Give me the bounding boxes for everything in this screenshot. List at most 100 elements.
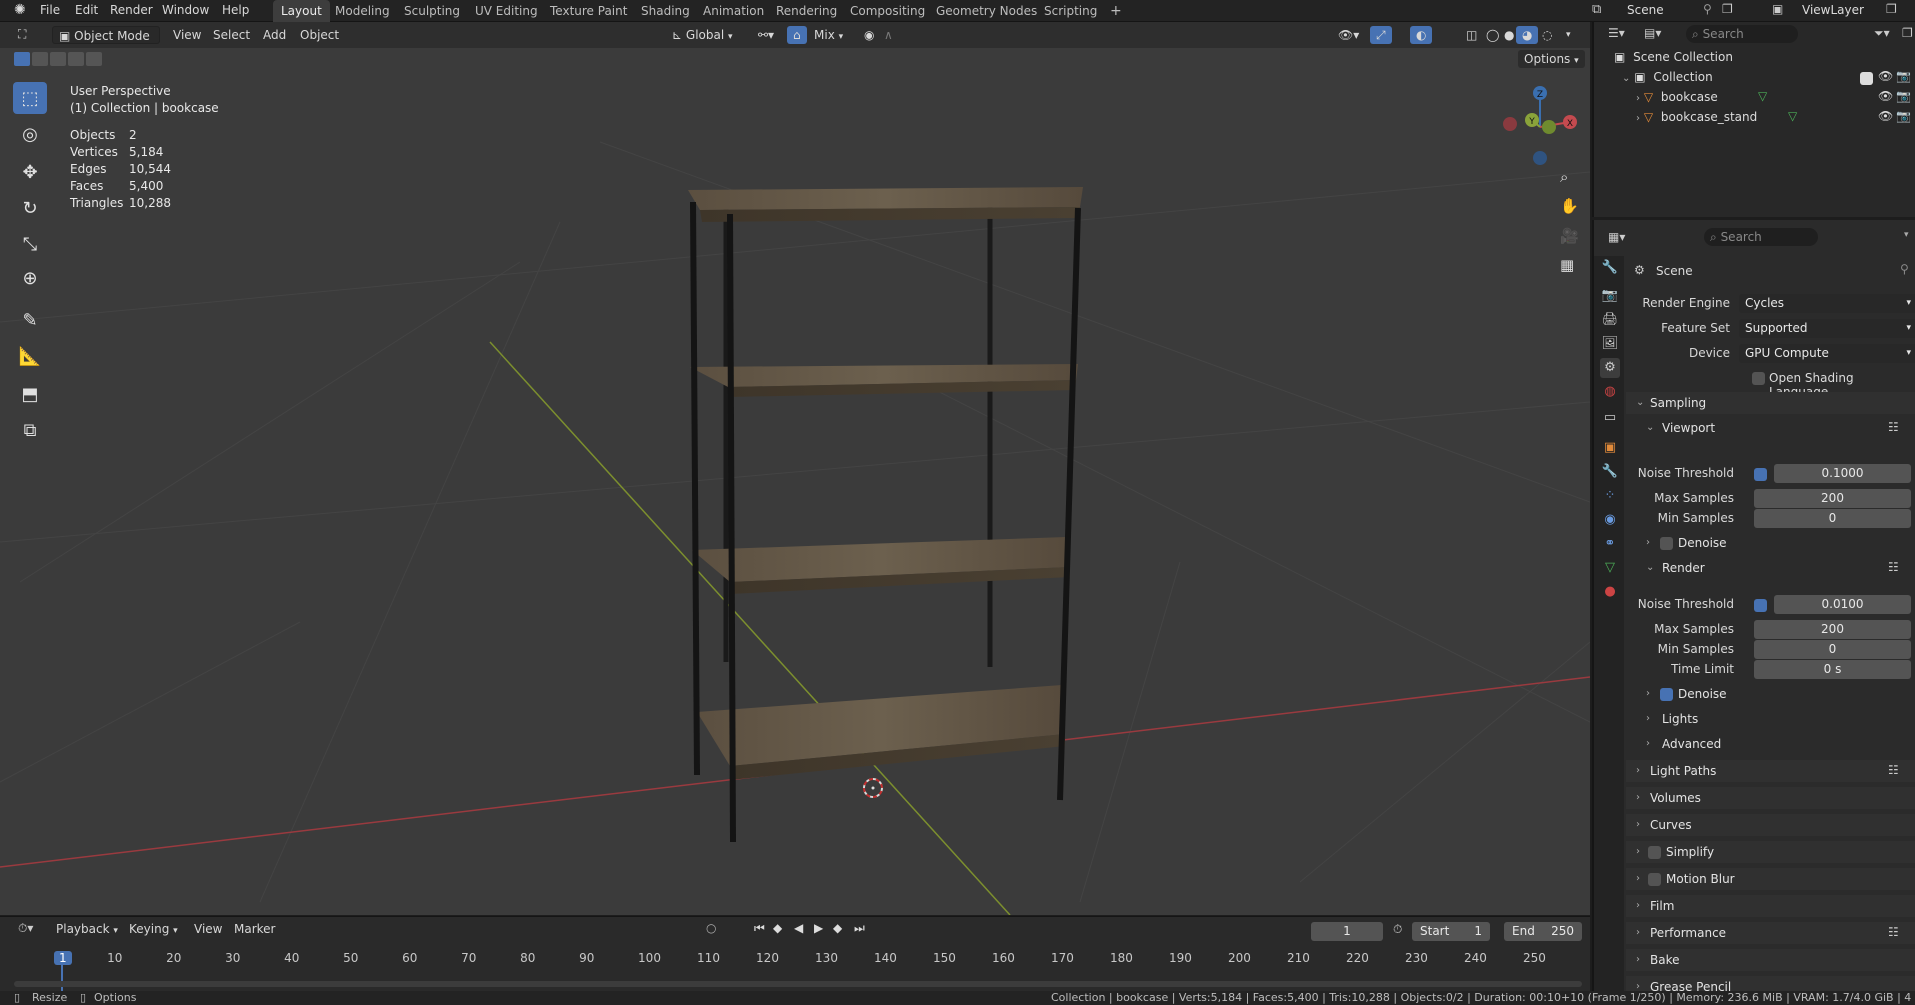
menu-render[interactable]: Render [110,3,153,17]
overlay-toggle-icon[interactable]: ◐ [1410,26,1433,44]
viewport-min-samples-field[interactable]: 0 [1754,509,1911,528]
scale-tool-icon[interactable]: ⤡ [13,228,47,260]
curves-panel-header[interactable]: › Curves [1626,814,1915,836]
end-frame-field[interactable]: End 250 [1504,922,1582,941]
outliner-row-bookcase-stand[interactable]: › ▽ bookcase_stand [1636,110,1836,128]
outliner-editor-type-icon[interactable]: ☰▾ [1608,26,1625,40]
time-limit-field[interactable]: 0 s [1754,660,1911,679]
particles-tab-icon[interactable]: ⁘ [1600,486,1620,506]
tab-sculpting[interactable]: Sculpting [396,0,468,22]
keying-menu[interactable]: Keying ▾ [123,920,184,938]
output-tab-icon[interactable]: 🖨 [1600,310,1620,330]
properties-editor-type-icon[interactable]: ▦▾ [1608,230,1625,244]
jump-start-icon[interactable]: ⏮ [754,921,765,936]
pin-icon[interactable]: ⚲ [1900,262,1909,276]
menu-view[interactable]: View [167,26,207,44]
outliner-row-scene-collection[interactable]: ▣ Scene Collection [1614,50,1904,68]
material-tab-icon[interactable]: ● [1600,582,1620,602]
gizmo-toggle-icon[interactable]: ⤢ [1370,26,1392,44]
tab-compositing[interactable]: Compositing [842,0,933,22]
render-denoise-subpanel-header[interactable]: › Denoise [1634,684,1915,704]
transform-tool-icon[interactable]: ⊕ [13,262,47,294]
menu-window[interactable]: Window [162,3,209,17]
timeline-editor-type-icon[interactable]: ⏱▾ [18,921,33,936]
render-denoise-checkbox[interactable] [1660,688,1673,701]
advanced-subpanel-header[interactable]: › Advanced [1634,734,1915,754]
pivot-point-icon[interactable]: ⚯▾ [752,26,780,44]
sampling-panel-header[interactable]: ⌄ Sampling [1626,392,1915,414]
motion-blur-checkbox[interactable] [1648,873,1661,886]
osl-checkbox[interactable] [1752,372,1765,385]
render-max-samples-field[interactable]: 200 [1754,620,1911,639]
play-icon[interactable]: ▶ [814,921,823,935]
add-cube-tool-icon[interactable]: ⬒ [13,378,47,410]
render-min-samples-field[interactable]: 0 [1754,640,1911,659]
shading-options-icon[interactable]: ▾ [1560,26,1577,44]
pan-hand-icon[interactable]: ✋ [1560,197,1579,215]
light-paths-panel-header[interactable]: › Light Paths ☷ [1626,760,1915,782]
tab-animation[interactable]: Animation [695,0,772,22]
viewport-subpanel-header[interactable]: ⌄ Viewport ☷ [1634,418,1915,438]
presets-list-icon[interactable]: ☷ [1888,560,1899,574]
new-collection-icon[interactable]: ❐ [1902,26,1913,40]
constraints-tab-icon[interactable]: ⚭ [1600,534,1620,554]
clock-icon[interactable]: ⏱ [1393,922,1402,937]
timeline-view-menu[interactable]: View [188,920,228,938]
render-tab-icon[interactable]: 📷 [1600,286,1620,306]
select-invert-icon[interactable] [68,52,84,66]
properties-search[interactable]: ⌕ Search [1704,228,1818,246]
device-select[interactable]: GPU Compute ▾ [1739,344,1915,363]
object-tab-icon[interactable]: ▣ [1600,438,1620,458]
physics-tab-icon[interactable]: ◉ [1600,510,1620,530]
collection-visibility-eye-icon[interactable]: 👁 [1878,69,1893,83]
blender-logo-icon[interactable]: ✺ [14,2,26,18]
filter-icon[interactable]: ⏷▾ [1874,26,1890,41]
tab-rendering[interactable]: Rendering [768,0,845,22]
add-object-tool-icon[interactable]: ⧉ [13,414,47,446]
performance-panel-header[interactable]: › Performance ☷ [1626,922,1915,944]
menu-select[interactable]: Select [207,26,256,44]
collection-tab-icon[interactable]: ▭ [1600,408,1620,428]
viewport-max-samples-field[interactable]: 200 [1754,489,1911,508]
visibility-icon[interactable]: 👁▾ [1332,26,1365,44]
current-frame-marker[interactable]: 1 [54,951,72,965]
play-reverse-icon[interactable]: ◀ [794,921,803,935]
tab-texture-paint[interactable]: Texture Paint [542,0,635,22]
new-scene-icon[interactable]: ❐ [1722,2,1733,16]
record-icon[interactable]: ○ [706,921,716,935]
tab-uv-editing[interactable]: UV Editing [467,0,546,22]
world-tab-icon[interactable]: ◍ [1600,382,1620,402]
modifier-tab-icon[interactable]: 🔧 [1600,462,1620,482]
stand-render-camera-icon[interactable]: 📷 [1896,109,1911,123]
transform-orientation[interactable]: ⊾ Global ▾ [666,26,739,44]
lights-subpanel-header[interactable]: › Lights [1634,709,1915,729]
ortho-toggle-icon[interactable]: ▦ [1560,256,1574,274]
pin-icon[interactable]: ⚲ [1703,2,1712,16]
outliner-row-bookcase[interactable]: › ▽ bookcase [1636,90,1836,108]
select-new-icon[interactable] [14,52,30,66]
measure-tool-icon[interactable]: 📐 [13,340,47,372]
annotate-tool-icon[interactable]: ✎ [13,304,47,336]
mode-selector[interactable]: ▣ Object Mode ▾ [52,26,160,61]
select-subtract-icon[interactable] [50,52,66,66]
presets-list-icon[interactable]: ☷ [1888,763,1899,777]
collection-render-camera-icon[interactable]: 📷 [1896,69,1911,83]
tab-scripting[interactable]: Scripting [1036,0,1105,22]
select-box-tool-icon[interactable]: ⬚ [13,82,47,114]
menu-object[interactable]: Object [294,26,345,44]
view-layer-tab-icon[interactable]: 🖼 [1600,334,1620,354]
viewport-denoise-checkbox[interactable] [1660,537,1673,550]
zoom-icon[interactable]: ⌕ [1560,168,1568,186]
bookcase-render-camera-icon[interactable]: 📷 [1896,89,1911,103]
motion-blur-panel-header[interactable]: › Motion Blur [1626,868,1915,890]
start-frame-field[interactable]: Start 1 [1412,922,1490,941]
jump-end-icon[interactable]: ⏭ [854,921,865,936]
viewport-denoise-subpanel-header[interactable]: › Denoise [1634,533,1915,553]
feature-set-select[interactable]: Supported ▾ [1739,319,1915,338]
render-engine-select[interactable]: Cycles ▾ [1739,294,1915,313]
simplify-panel-header[interactable]: › Simplify [1626,841,1915,863]
stand-visibility-eye-icon[interactable]: 👁 [1878,109,1893,123]
presets-list-icon[interactable]: ☷ [1888,420,1899,434]
outliner-search[interactable]: ⌕ Search [1686,25,1798,43]
render-noise-threshold-checkbox[interactable] [1754,599,1767,612]
